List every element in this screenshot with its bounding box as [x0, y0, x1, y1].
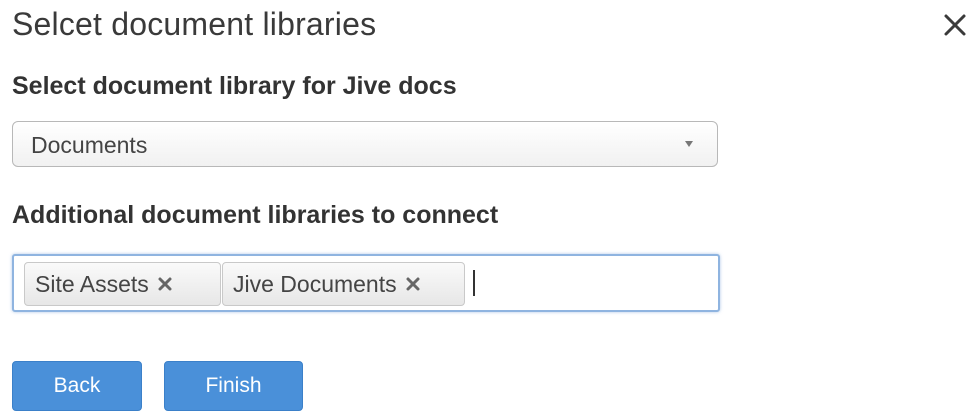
close-icon[interactable]	[942, 12, 968, 38]
tag-site-assets: Site Assets	[24, 262, 221, 306]
additional-libraries-input[interactable]: Site Assets Jive Documents	[12, 254, 720, 312]
tag-label: Site Assets	[35, 270, 149, 297]
dialog-title: Selcet document libraries	[12, 6, 377, 42]
close-icon[interactable]	[405, 276, 421, 292]
back-button[interactable]: Back	[12, 361, 142, 411]
chevron-down-icon	[685, 141, 693, 147]
additional-libraries-label: Additional document libraries to connect	[12, 201, 499, 229]
close-icon[interactable]	[157, 276, 173, 292]
select-value: Documents	[31, 132, 148, 158]
text-cursor	[473, 270, 475, 296]
select-libraries-dialog: Selcet document libraries Select documen…	[0, 0, 969, 412]
primary-library-label: Select document library for Jive docs	[12, 72, 457, 100]
tag-jive-documents: Jive Documents	[222, 262, 465, 306]
tag-label: Jive Documents	[233, 270, 397, 297]
finish-button[interactable]: Finish	[164, 361, 303, 411]
primary-library-select[interactable]: Documents	[12, 121, 718, 167]
